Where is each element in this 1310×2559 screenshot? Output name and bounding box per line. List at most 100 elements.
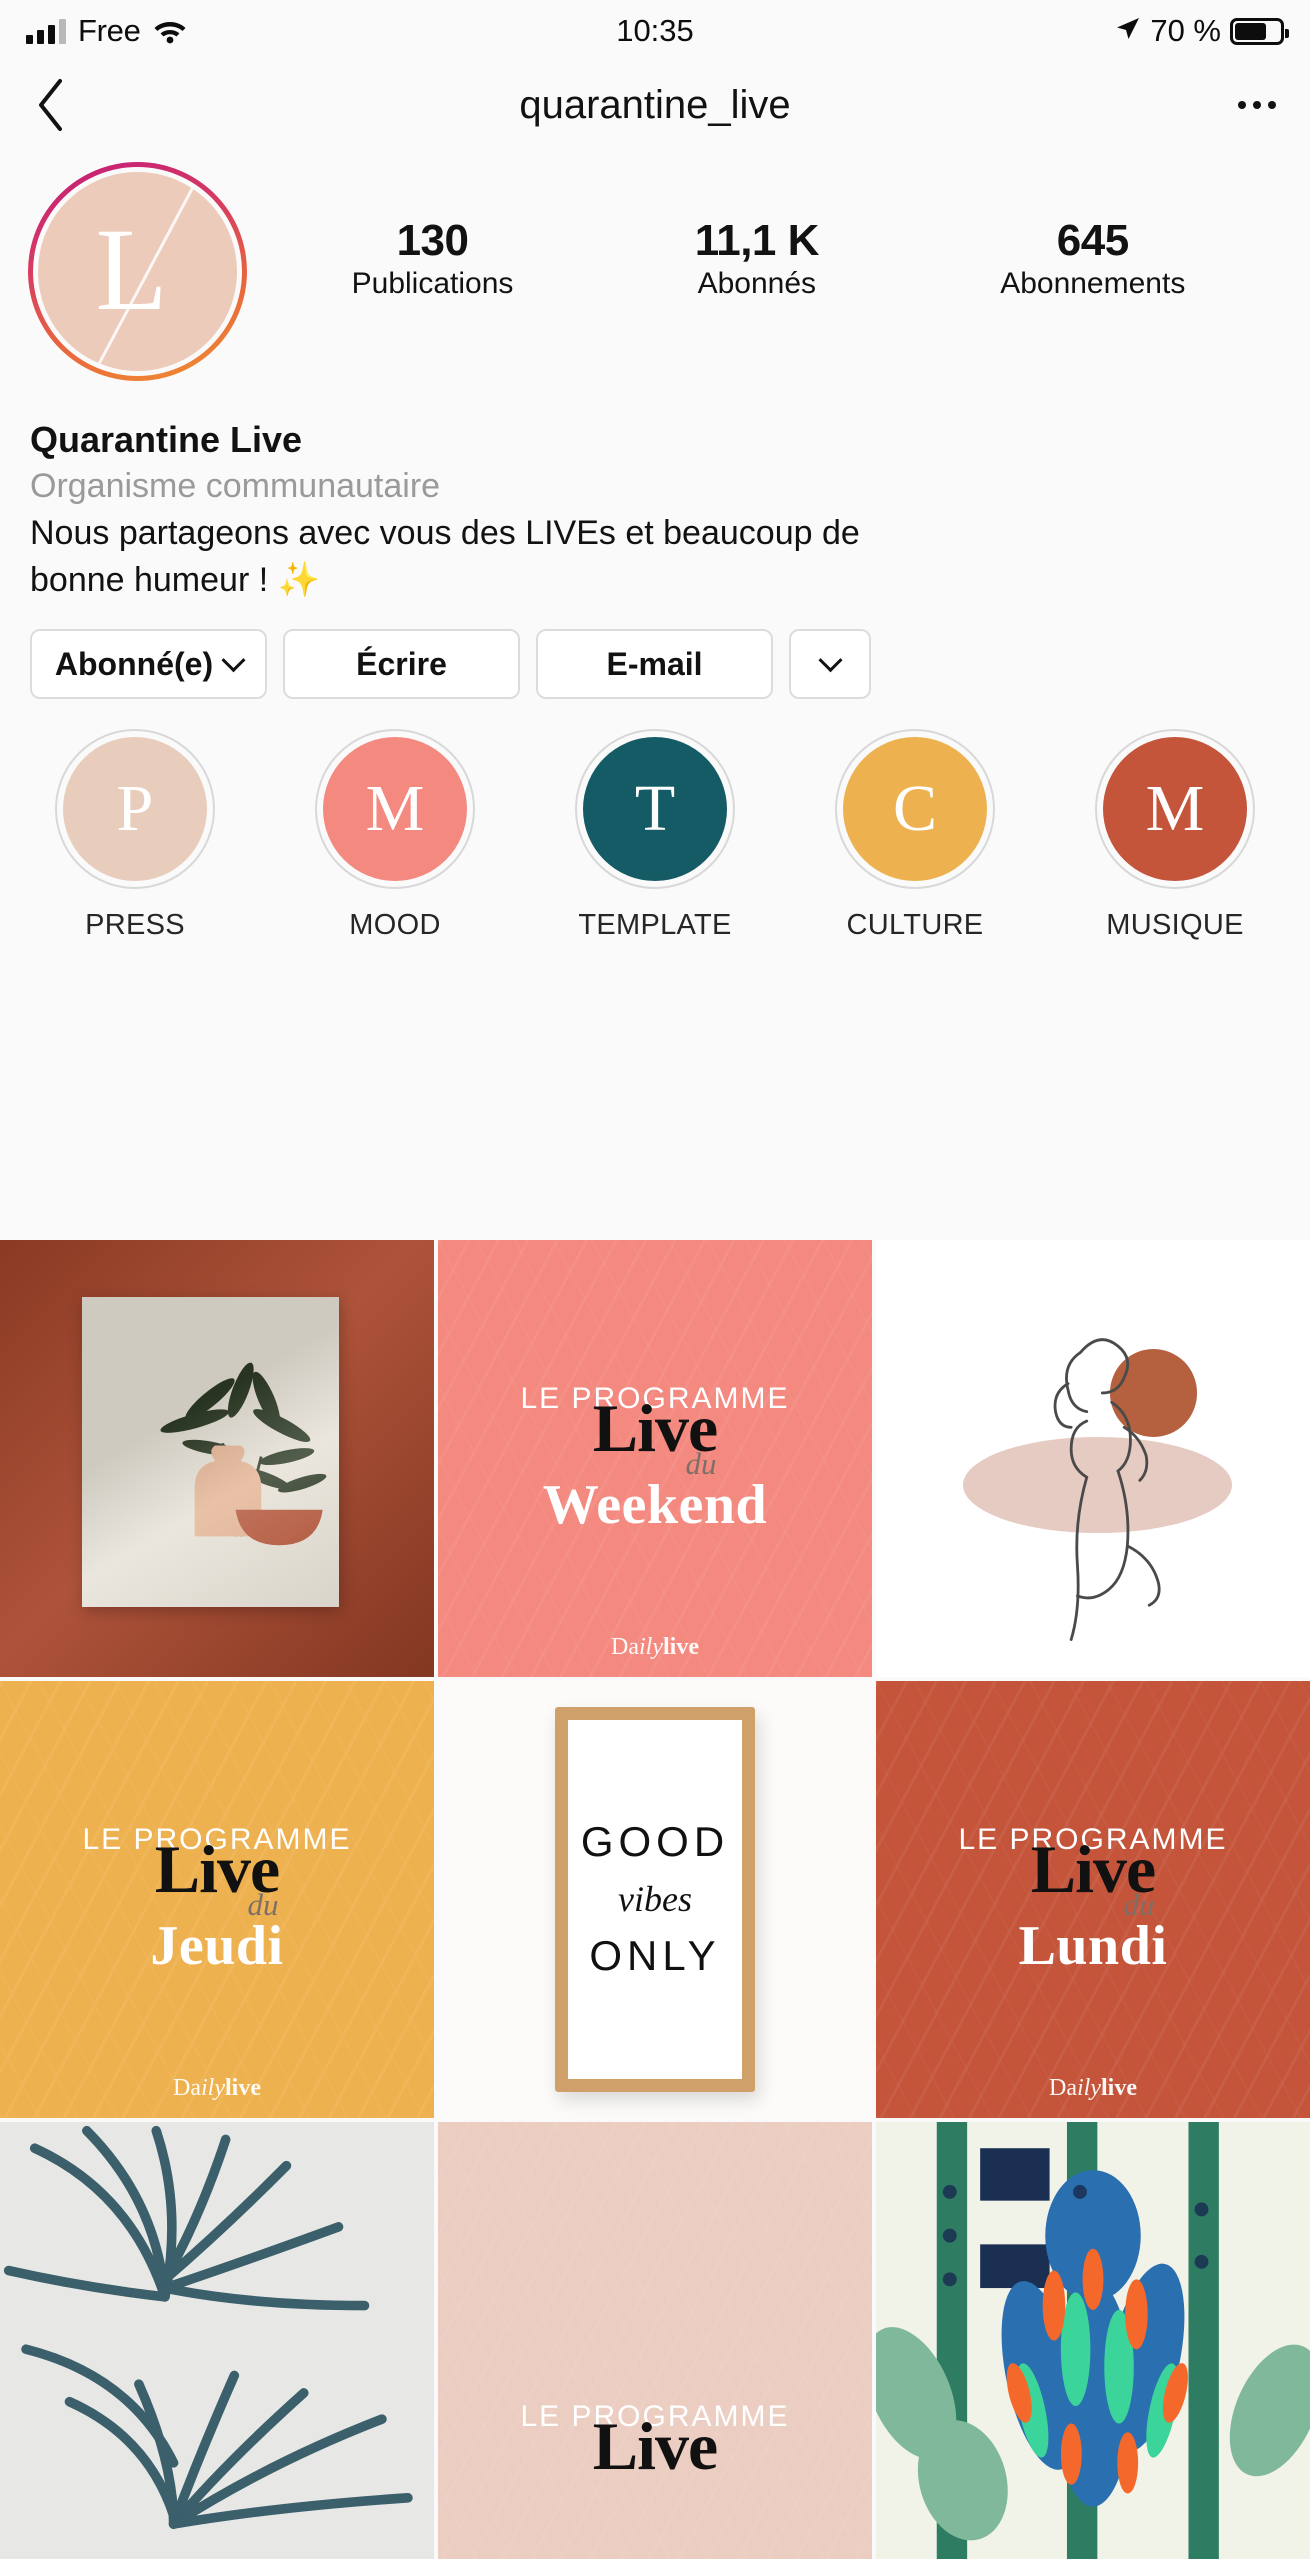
highlight-ring: M <box>315 729 475 890</box>
post-live-jeudi[interactable]: LE PROGRAMME Live du Jeudi Dailylive <box>0 1681 434 2118</box>
page-title: quarantine_live <box>519 82 791 127</box>
instagram-profile-screen: Free 10:35 70 % quarantine_live L 130 Pu… <box>0 0 1310 2559</box>
profile-header: L 130 Publications 11,1 K Abonnés 645 Ab… <box>0 148 1310 381</box>
watermark: Dailylive <box>438 1634 872 1661</box>
profile-display-name: Quarantine Live <box>30 419 303 460</box>
stat-label: Publications <box>351 267 514 301</box>
post-tropical-illustration[interactable] <box>876 2122 1310 2559</box>
programme-text: LE PROGRAMME Live du Weekend <box>520 1384 789 1536</box>
highlight-culture[interactable]: C CULTURE <box>800 729 1030 942</box>
stat-value: 11,1 K <box>694 216 820 265</box>
frame-card: GOOD vibes ONLY <box>438 1681 872 2118</box>
stat-value: 645 <box>1056 216 1129 265</box>
highlight-ring: P <box>55 729 215 890</box>
watermark-part-b: ily <box>638 1634 663 1660</box>
watermark-part-c: live <box>224 2075 261 2101</box>
stat-publications[interactable]: 130 Publications <box>352 216 514 301</box>
botanical-poster <box>82 1296 339 1608</box>
stat-label: Abonnés <box>697 267 817 301</box>
post-plant-poster[interactable] <box>0 1240 434 1677</box>
highlight-cover-letter: C <box>843 737 987 882</box>
watermark-part-b: ily <box>1076 2075 1101 2101</box>
profile-bio-line-2: bonne humeur ! ✨ <box>30 560 320 599</box>
programme-card: LE PROGRAMME Live du Jeudi Dailylive <box>0 1681 434 2118</box>
post-live-weekend[interactable]: LE PROGRAMME Live du Weekend Dailylive <box>438 1240 872 1677</box>
more-actions-button[interactable] <box>789 629 871 700</box>
watermark-part-a: Da <box>173 2075 201 2101</box>
watermark: Dailylive <box>876 2075 1310 2102</box>
post-live-lundi[interactable]: LE PROGRAMME Live du Lundi Dailylive <box>876 1681 1310 2118</box>
programme-day-word: Lundi <box>1018 1915 1168 1977</box>
following-label: Abonné(e) <box>54 645 214 682</box>
following-button[interactable]: Abonné(e) <box>30 629 267 700</box>
story-highlights: P PRESS M MOOD T TEMPLATE C CULTURE M MU… <box>0 699 1310 942</box>
message-button[interactable]: Écrire <box>283 629 520 700</box>
avatar-letter: L <box>95 203 168 335</box>
watermark-part-c: live <box>1100 2075 1137 2101</box>
programme-day-word: Weekend <box>542 1474 768 1536</box>
post-live-partial[interactable]: LE PROGRAMME Live <box>438 2122 872 2559</box>
watermark: Dailylive <box>0 2075 434 2102</box>
battery-icon <box>1230 17 1289 45</box>
wooden-picture-frame: GOOD vibes ONLY <box>555 1707 755 2092</box>
stat-value: 130 <box>396 216 469 265</box>
plant-illustration-icon <box>160 1362 327 1546</box>
post-good-vibes-only[interactable]: GOOD vibes ONLY <box>438 1681 872 2118</box>
highlight-label: MUSIQUE <box>1106 909 1244 942</box>
highlight-template[interactable]: T TEMPLATE <box>540 729 770 942</box>
profile-category: Organisme communautaire <box>30 466 441 505</box>
avatar[interactable]: L <box>38 172 237 371</box>
palm-shadow-overlay <box>438 2122 872 2559</box>
programme-text: LE PROGRAMME Live du Lundi <box>958 1825 1227 1977</box>
fabric-card <box>0 2122 434 2559</box>
watermark-part-b: ily <box>200 2075 225 2101</box>
figure-line-drawing-icon <box>1053 1338 1161 1641</box>
post-grid: LE PROGRAMME Live du Weekend Dailylive L… <box>0 1240 1310 2559</box>
message-label: Écrire <box>356 645 447 682</box>
profile-stats: 130 Publications 11,1 K Abonnés 645 Abon… <box>247 162 1282 301</box>
highlight-ring: T <box>575 729 735 890</box>
stat-following[interactable]: 645 Abonnements <box>1000 216 1185 301</box>
programme-text: LE PROGRAMME Live du Jeudi <box>82 1825 351 1975</box>
highlight-cover-letter: M <box>1103 737 1247 882</box>
profile-bio-line-1: Nous partageons avec vous des LIVEs et b… <box>30 513 860 552</box>
tropical-plants-illustration-icon <box>876 2122 1310 2559</box>
highlight-cover-letter: T <box>583 737 727 882</box>
chevron-down-icon <box>817 647 843 672</box>
status-bar: Free 10:35 70 % <box>0 0 1310 62</box>
email-button[interactable]: E-mail <box>536 629 773 700</box>
stat-followers[interactable]: 11,1 K Abonnés <box>694 216 820 301</box>
highlight-label: TEMPLATE <box>578 909 732 942</box>
highlight-cover-letter: M <box>323 737 467 882</box>
watermark-part-a: Da <box>1049 2075 1077 2101</box>
more-options-icon[interactable] <box>1238 101 1276 109</box>
highlight-mood[interactable]: M MOOD <box>280 729 510 942</box>
avatar-inner: L <box>33 167 242 376</box>
quote-line-3: ONLY <box>589 1932 721 1980</box>
post-palm-fabric[interactable] <box>0 2122 434 2559</box>
palm-leaf-pattern-icon <box>3 2125 413 2529</box>
navigation-bar: quarantine_live <box>0 62 1310 148</box>
watermark-part-a: Da <box>611 1634 639 1660</box>
post-line-art-figure[interactable] <box>876 1240 1310 1677</box>
profile-action-buttons: Abonné(e) Écrire E-mail <box>0 603 1310 700</box>
highlight-label: CULTURE <box>846 909 984 942</box>
programme-card: LE PROGRAMME Live du Weekend Dailylive <box>438 1240 872 1677</box>
email-label: E-mail <box>606 645 703 682</box>
programme-card: LE PROGRAMME Live <box>438 2122 872 2559</box>
quote-line-2: vibes <box>618 1879 692 1920</box>
highlight-press[interactable]: P PRESS <box>20 729 250 942</box>
profile-bio: Quarantine Live Organisme communautaire … <box>0 381 1310 603</box>
highlight-musique[interactable]: M MUSIQUE <box>1060 729 1290 942</box>
avatar-story-ring[interactable]: L <box>28 162 247 381</box>
highlight-label: PRESS <box>85 909 185 942</box>
quote-line-1: GOOD <box>580 1818 730 1866</box>
status-bar-clock: 10:35 <box>616 13 694 48</box>
highlight-ring: C <box>835 729 995 890</box>
highlight-cover-letter: P <box>63 737 207 882</box>
programme-card: LE PROGRAMME Live du Lundi Dailylive <box>876 1681 1310 2118</box>
programme-live-word: Live <box>592 2407 718 2484</box>
highlight-ring: M <box>1095 729 1255 890</box>
tropic-card <box>876 2122 1310 2559</box>
chevron-down-icon <box>221 647 246 672</box>
